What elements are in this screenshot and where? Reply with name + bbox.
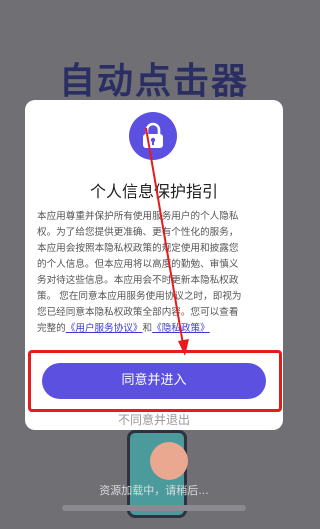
body-line-last: 完整的《用户服务协议》和《隐私政策》 [37,321,273,337]
conjunction-text: 和 [142,323,153,334]
privacy-dialog: 个人信息保护指引 本应用尊重并保护所有使用服务用户的个人隐私 权。为了给您提供更… [25,100,283,430]
privacy-policy-link[interactable]: 《隐私政策》 [152,323,210,334]
hand-illustration [150,442,188,480]
app-title: 自动点击器 [58,61,249,102]
body-line: 您已经同意本隐私权政策全部内容。您可以查看 [37,307,239,318]
loading-text: 资源加载中，请稍后... [99,484,209,497]
body-line: 权。为了给您提供更准确、更有个性化的服务， [37,227,239,238]
dialog-body-text: 本应用尊重并保护所有使用服务用户的个人隐私 权。为了给您提供更准确、更有个性化的… [37,209,273,337]
body-line: 策。 您在同意本应用服务使用协议之时，即视为 [37,291,242,302]
disagree-and-exit-link[interactable]: 不同意并退出 [25,411,283,428]
body-line: 本应用尊重并保护所有使用服务用户的个人隐私 [37,211,239,222]
loading-progress-bar [62,505,246,511]
body-line-prefix: 完整的 [37,323,66,334]
lock-icon [129,112,177,160]
agree-and-enter-button[interactable]: 同意并进入 [42,363,266,399]
dialog-title: 个人信息保护指引 [89,182,218,201]
body-line: 的个人信息。但本应用将以高度的勤勉、审慎义 [37,259,239,270]
body-line: 务对待这些信息。本应用会不时更新本隐私权政 [37,275,239,286]
user-agreement-link[interactable]: 《用户服务协议》 [66,323,143,334]
body-line: 本应用会按照本隐私权政策的规定使用和披露您 [37,243,239,254]
